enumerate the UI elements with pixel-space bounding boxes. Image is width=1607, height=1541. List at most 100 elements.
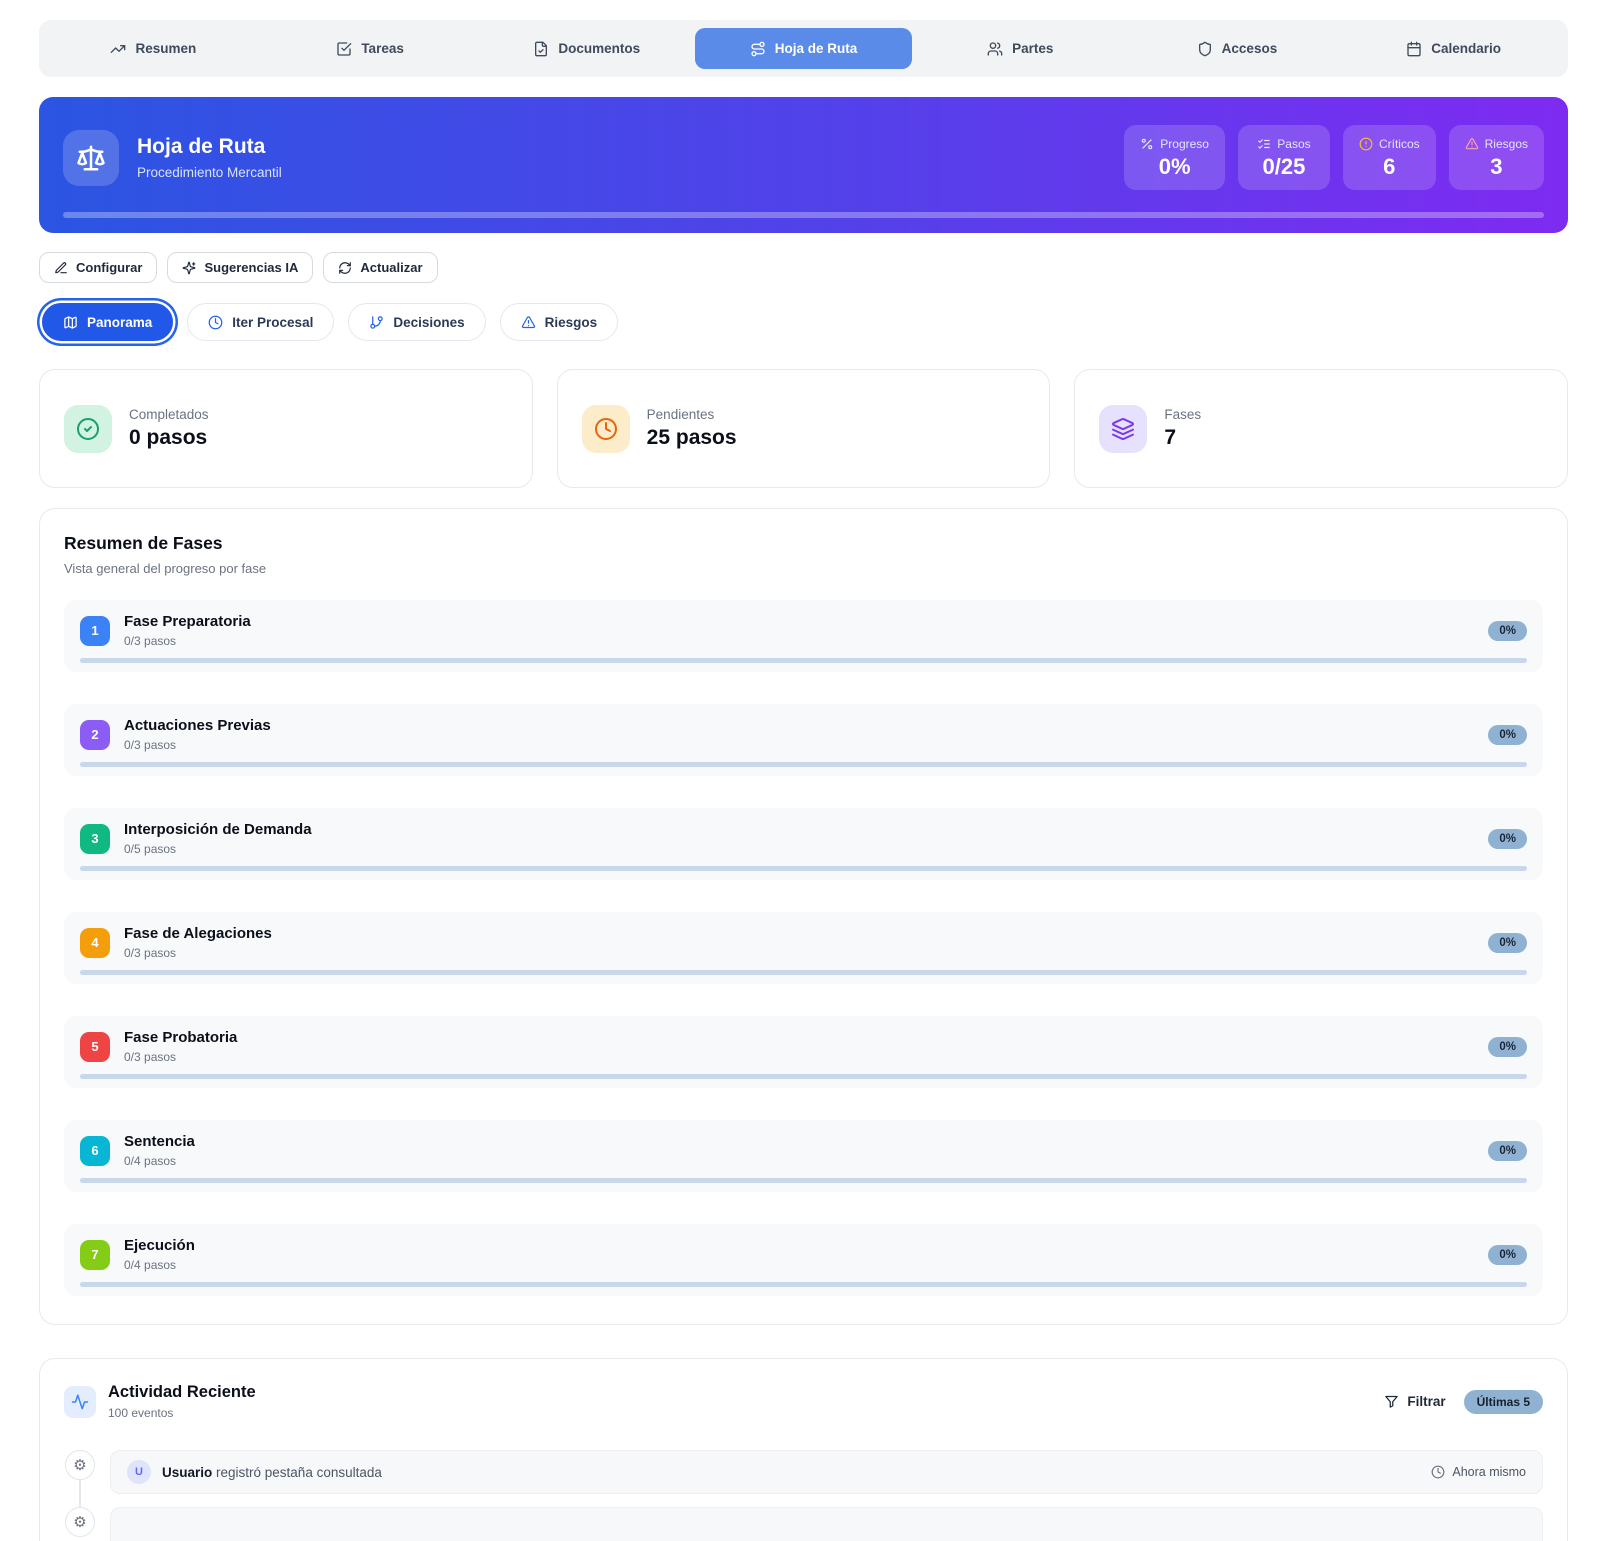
roadmap-banner: Hoja de Ruta Procedimiento Mercantil Pro… xyxy=(39,97,1568,233)
phase-steps: 0/5 pasos xyxy=(124,842,312,856)
phase-name: Fase de Alegaciones xyxy=(124,925,272,942)
tab-documentos[interactable]: Documentos xyxy=(478,28,695,69)
phase-progress-bar xyxy=(80,658,1527,663)
filter-button[interactable]: Filtrar xyxy=(1384,1394,1445,1409)
phase-progress-bar xyxy=(80,1074,1527,1079)
tab-partes[interactable]: Partes xyxy=(912,28,1129,69)
tab-label: Partes xyxy=(1012,41,1053,56)
phase-row[interactable]: 2 Actuaciones Previas 0/3 pasos 0% xyxy=(64,704,1543,776)
list-checks-icon xyxy=(1257,137,1271,151)
card-completados: Completados 0 pasos xyxy=(39,369,533,488)
activity-actor: Usuario xyxy=(162,1465,212,1480)
stat-riesgos: Riesgos 3 xyxy=(1449,125,1544,190)
calendar-icon xyxy=(1406,41,1422,57)
banner-progress-bar xyxy=(63,212,1544,218)
trending-up-icon xyxy=(110,41,126,57)
tab-tareas[interactable]: Tareas xyxy=(262,28,479,69)
activity-icon xyxy=(64,1386,96,1418)
view-tab-label: Decisiones xyxy=(393,315,464,330)
shield-icon xyxy=(1197,41,1213,57)
page-title: Hoja de Ruta xyxy=(137,135,282,159)
section-title: Resumen de Fases xyxy=(64,533,1543,554)
funnel-icon xyxy=(1384,1394,1399,1409)
card-label: Completados xyxy=(129,407,209,422)
tab-label: Tareas xyxy=(361,41,404,56)
clock-icon xyxy=(208,315,223,330)
phase-percent-badge: 0% xyxy=(1488,621,1527,641)
phase-progress-bar xyxy=(80,1178,1527,1183)
tab-accesos[interactable]: Accesos xyxy=(1129,28,1346,69)
refresh-button[interactable]: Actualizar xyxy=(323,252,437,283)
phase-row[interactable]: 1 Fase Preparatoria 0/3 pasos 0% xyxy=(64,600,1543,672)
clock-icon xyxy=(1431,1465,1445,1479)
phase-row[interactable]: 5 Fase Probatoria 0/3 pasos 0% xyxy=(64,1016,1543,1088)
phase-number-badge: 6 xyxy=(80,1136,110,1166)
view-tab-label: Panorama xyxy=(87,315,152,330)
view-tab-panorama[interactable]: Panorama xyxy=(42,303,173,341)
phase-progress-bar xyxy=(80,970,1527,975)
banner-stats: Progreso 0% Pasos 0/25 Críticos xyxy=(1124,125,1544,190)
activity-count: 100 eventos xyxy=(108,1406,256,1420)
view-tab-label: Iter Procesal xyxy=(232,315,313,330)
percent-icon xyxy=(1140,137,1154,151)
activity-description: registró pestaña consultada xyxy=(212,1465,382,1480)
sparkles-icon xyxy=(182,261,196,275)
view-tab-decisiones[interactable]: Decisiones xyxy=(348,303,485,341)
tab-label: Calendario xyxy=(1431,41,1501,56)
card-label: Fases xyxy=(1164,407,1201,422)
view-tab-riesgos[interactable]: Riesgos xyxy=(500,303,619,341)
phase-row[interactable]: 4 Fase de Alegaciones 0/3 pasos 0% xyxy=(64,912,1543,984)
view-tab-label: Riesgos xyxy=(545,315,598,330)
tab-resumen[interactable]: Resumen xyxy=(45,28,262,69)
phase-steps: 0/3 pasos xyxy=(124,946,272,960)
phase-name: Fase Preparatoria xyxy=(124,613,251,630)
activity-item: ⚙ U Usuario registró pestaña consultada … xyxy=(64,1450,1543,1507)
configure-button[interactable]: Configurar xyxy=(39,252,157,283)
gear-icon: ⚙ xyxy=(65,1507,95,1537)
alert-circle-icon xyxy=(1359,137,1373,151)
phase-steps: 0/4 pasos xyxy=(124,1258,195,1272)
activity-title: Actividad Reciente xyxy=(108,1383,256,1402)
tab-hoja-de-ruta[interactable]: Hoja de Ruta xyxy=(695,28,912,69)
page: Resumen Tareas Documentos Hoja de Ruta P… xyxy=(0,0,1607,1541)
filter-label: Filtrar xyxy=(1407,1394,1445,1409)
phase-number-badge: 4 xyxy=(80,928,110,958)
phase-percent-badge: 0% xyxy=(1488,829,1527,849)
tab-label: Documentos xyxy=(558,41,640,56)
git-branch-icon xyxy=(369,315,384,330)
tab-label: Resumen xyxy=(135,41,196,56)
view-tab-iter-procesal[interactable]: Iter Procesal xyxy=(187,303,334,341)
activity-card[interactable] xyxy=(110,1507,1543,1541)
phase-name: Ejecución xyxy=(124,1237,195,1254)
card-pendientes: Pendientes 25 pasos xyxy=(557,369,1051,488)
activity-text: Usuario registró pestaña consultada xyxy=(162,1465,382,1480)
phase-row[interactable]: 7 Ejecución 0/4 pasos 0% xyxy=(64,1224,1543,1296)
activity-item-partial: ⚙ xyxy=(64,1507,1543,1541)
phase-row[interactable]: 6 Sentencia 0/4 pasos 0% xyxy=(64,1120,1543,1192)
view-tabs: Panorama Iter Procesal Decisiones Riesgo… xyxy=(39,303,1568,341)
tab-calendario[interactable]: Calendario xyxy=(1345,28,1562,69)
map-icon xyxy=(63,315,78,330)
pen-icon xyxy=(54,261,68,275)
phase-steps: 0/3 pasos xyxy=(124,1050,237,1064)
phase-steps: 0/3 pasos xyxy=(124,738,271,752)
phase-name: Sentencia xyxy=(124,1133,195,1150)
activity-card[interactable]: U Usuario registró pestaña consultada Ah… xyxy=(110,1450,1543,1494)
card-fases: Fases 7 xyxy=(1074,369,1568,488)
stat-label: Críticos xyxy=(1379,137,1420,151)
phase-number-badge: 2 xyxy=(80,720,110,750)
phase-name: Fase Probatoria xyxy=(124,1029,237,1046)
page-subtitle: Procedimiento Mercantil xyxy=(137,165,282,180)
stat-value: 0/25 xyxy=(1263,154,1306,180)
phase-row[interactable]: 3 Interposición de Demanda 0/5 pasos 0% xyxy=(64,808,1543,880)
alert-triangle-icon xyxy=(521,315,536,330)
timeline-connector xyxy=(79,1480,81,1507)
tab-label: Accesos xyxy=(1222,41,1278,56)
stat-value: 6 xyxy=(1383,154,1395,180)
avatar: U xyxy=(127,1460,151,1484)
button-label: Actualizar xyxy=(360,260,422,275)
phase-progress-bar xyxy=(80,762,1527,767)
card-label: Pendientes xyxy=(647,407,737,422)
phase-number-badge: 1 xyxy=(80,616,110,646)
ai-suggestions-button[interactable]: Sugerencias IA xyxy=(167,252,313,283)
